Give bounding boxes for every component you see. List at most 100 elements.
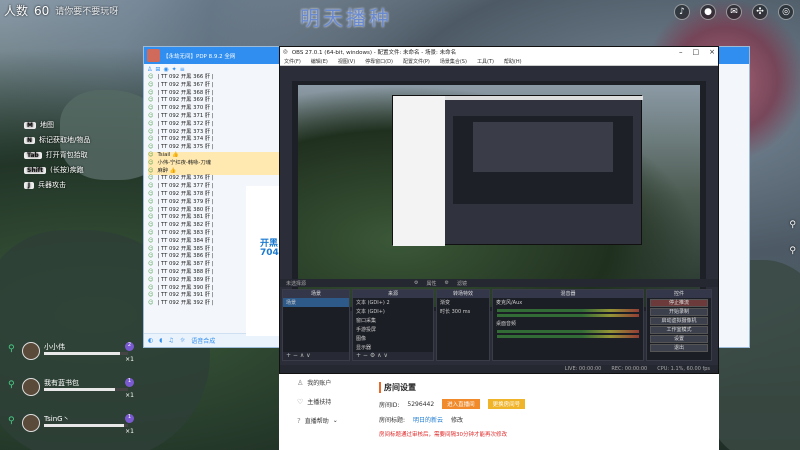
list-item-label: | TT 092 开黑 375 肝 | [157,144,214,151]
list-item[interactable]: ☺ | TT 092 开黑 375 肝 | [148,144,280,152]
music-icon[interactable]: ♫ [168,337,173,344]
list-item[interactable]: ☺ | TT 092 开黑 371 肝 | [148,113,280,121]
user-icon: ☺ [148,74,154,80]
user-icon: ☺ [148,81,154,88]
source-item[interactable]: 文本 (GDI+) [353,307,433,316]
scene-item[interactable]: 场景 [283,298,349,307]
source-item[interactable]: 显示器 [353,343,433,352]
health-bar [44,388,128,391]
maximize-icon[interactable]: □ [693,48,700,56]
mic-icon[interactable]: ● [700,4,716,20]
user-icon: ♙ [297,378,304,387]
menu-item[interactable]: 配置文件(P) [403,58,430,65]
volume-slider[interactable] [497,335,639,338]
transition-select[interactable]: 渐变 [437,298,489,307]
volume-icon[interactable]: ◖ [159,337,162,344]
key-label: N [24,136,36,144]
party-member: ⚲ 我有蓝书包 1 ×1 [8,376,140,404]
close-icon[interactable]: × [709,48,715,56]
health-fill [44,424,124,427]
settings-icon[interactable]: ✣ [752,4,768,20]
chat-icon[interactable]: ✉ [726,4,742,20]
user-icon[interactable]: ♙ [147,66,152,73]
revive-count: ×1 [125,428,134,435]
enter-room-button[interactable]: 进入直播间 [442,399,480,409]
star-icon[interactable]: ✦ [172,66,177,73]
stream-watermark: 明天播种 [300,6,392,30]
menu-item[interactable]: 场景集合(S) [440,58,467,65]
location-pin-icon: ⚲ [789,246,796,256]
start-recording-button[interactable]: 开始录制 [650,308,708,316]
mic-icon[interactable]: ◐ [148,337,153,344]
change-room-button[interactable]: 更换房间号 [487,399,526,409]
title-warning: 房间标题通过审核后，需要间隔30分钟才能再次修改 [379,432,508,438]
list-item[interactable]: ☺ | TT 092 开黑 366 肝 | [148,74,280,82]
list-icon[interactable]: ≡ [180,66,185,73]
source-item[interactable]: 窗口采集 [353,316,433,325]
level-badge: 2 [125,342,134,351]
nav-label: 直播帮助 [304,418,329,425]
obs-source-bar: 未选择源 ⚙ 属性 ⚙ 滤镜 [280,279,718,287]
dock-title: 混音器 [493,290,643,298]
footer-label[interactable]: 语音合成 [191,336,215,345]
bell-icon[interactable]: ♪ [674,4,690,20]
list-item[interactable]: ☺ | TT 092 开黑 367 肝 | [148,82,280,90]
volume-slider[interactable] [497,314,639,317]
settings-button[interactable]: 设置 [650,335,708,343]
list-item[interactable]: ☺ Tsiail 👍 [148,151,280,160]
list-item[interactable]: ☺ | TT 092 开黑 370 肝 | [148,105,280,113]
menu-item[interactable]: 停靠窗口(D) [365,58,393,65]
controls-dock: 控件 停止推流 开始录制 启动虚拟摄像机 工作室模式 设置 退出 [646,289,712,361]
list-item[interactable]: ☺ | TT 092 开黑 376 肝 | [148,175,280,183]
menu-item[interactable]: 编辑(E) [311,58,328,65]
list-item[interactable]: ☺ | TT 092 开黑 374 肝 | [148,136,280,144]
rec-time: REC: 00:00:00 [611,366,648,372]
location-icon[interactable]: ◉ [163,66,168,73]
help-icon: ? [297,416,301,425]
nav-support[interactable]: ♡ 主播扶持 [297,397,338,407]
edit-title-button[interactable]: 修改 [451,415,463,424]
studio-mode-button[interactable]: 工作室模式 [650,326,708,334]
source-item[interactable]: 图像 [353,334,433,343]
list-item-label: Tsiail 👍 [157,151,179,158]
member-name: 小小伟 [44,343,65,351]
list-item-label: | TT 092 开黑 386 肝 | [157,253,214,260]
menu-item[interactable]: 帮助(H) [504,58,522,65]
obs-docks: 场景 场景 + − ∧ ∨ 来源 文本 (GDI+) 2 文本 (GDI+) 窗… [282,289,716,361]
stop-stream-button[interactable]: 停止推流 [650,299,708,307]
user-icon: ☺ [148,120,154,127]
list-item[interactable]: ☺ 小伟-宁红夜-韩咏-刀魂 [148,159,280,168]
nav-help[interactable]: ? 直播帮助 ⌄ [297,416,338,426]
obs-title: OBS 27.0.1 (64-bit, windows) - 配置文件: 未命名… [291,50,457,56]
filter-icon[interactable]: ⚙ [445,280,449,286]
user-icon: ☺ [148,144,154,151]
obs-preview[interactable] [292,81,706,311]
keyhint-label: 标记获取地/物品 [39,136,91,144]
list-item-label: | TT 092 开黑 371 肝 | [157,112,214,119]
exit-button[interactable]: 退出 [650,344,708,352]
properties-button[interactable]: 属性 [427,280,437,287]
duration-field[interactable]: 时长 300 ms [437,307,489,316]
dock-title: 转场特效 [437,290,489,298]
source-item[interactable]: 手游投屏 [353,325,433,334]
settings-icon[interactable]: ☼ [180,337,185,344]
source-item[interactable]: 文本 (GDI+) 2 [353,298,433,307]
right-panel [716,46,750,348]
audio-meter [497,309,639,312]
virtual-camera-button[interactable]: 启动虚拟摄像机 [650,317,708,325]
party-member: ⚲ 小小伟 2 ×1 [8,340,140,368]
nav-account[interactable]: ♙ 我的账户 [297,378,338,388]
menu-item[interactable]: 工具(T) [477,58,494,65]
menu-item[interactable]: 文件(F) [284,58,301,65]
menu-item[interactable]: 视图(V) [338,58,355,65]
source-status: 未选择源 [286,281,307,287]
compass-icon[interactable]: ◎ [778,4,794,20]
gear-icon[interactable]: ⚙ [414,280,418,286]
filters-button[interactable]: 滤镜 [457,280,467,287]
grid-icon[interactable]: ⊞ [155,66,160,73]
keyhint-label: 打开背包拾取 [45,151,88,159]
minimize-icon[interactable]: – [679,48,683,56]
list-item[interactable]: ☺ | TT 092 开黑 372 肝 | [148,121,280,129]
room-settings: 房间设置 房间ID: 5296442 进入直播间 更换房间号 房间标题: 明日的… [379,382,526,438]
web-sidebar: ♙ 我的账户 ♡ 主播扶持 ? 直播帮助 ⌄ [297,378,338,426]
